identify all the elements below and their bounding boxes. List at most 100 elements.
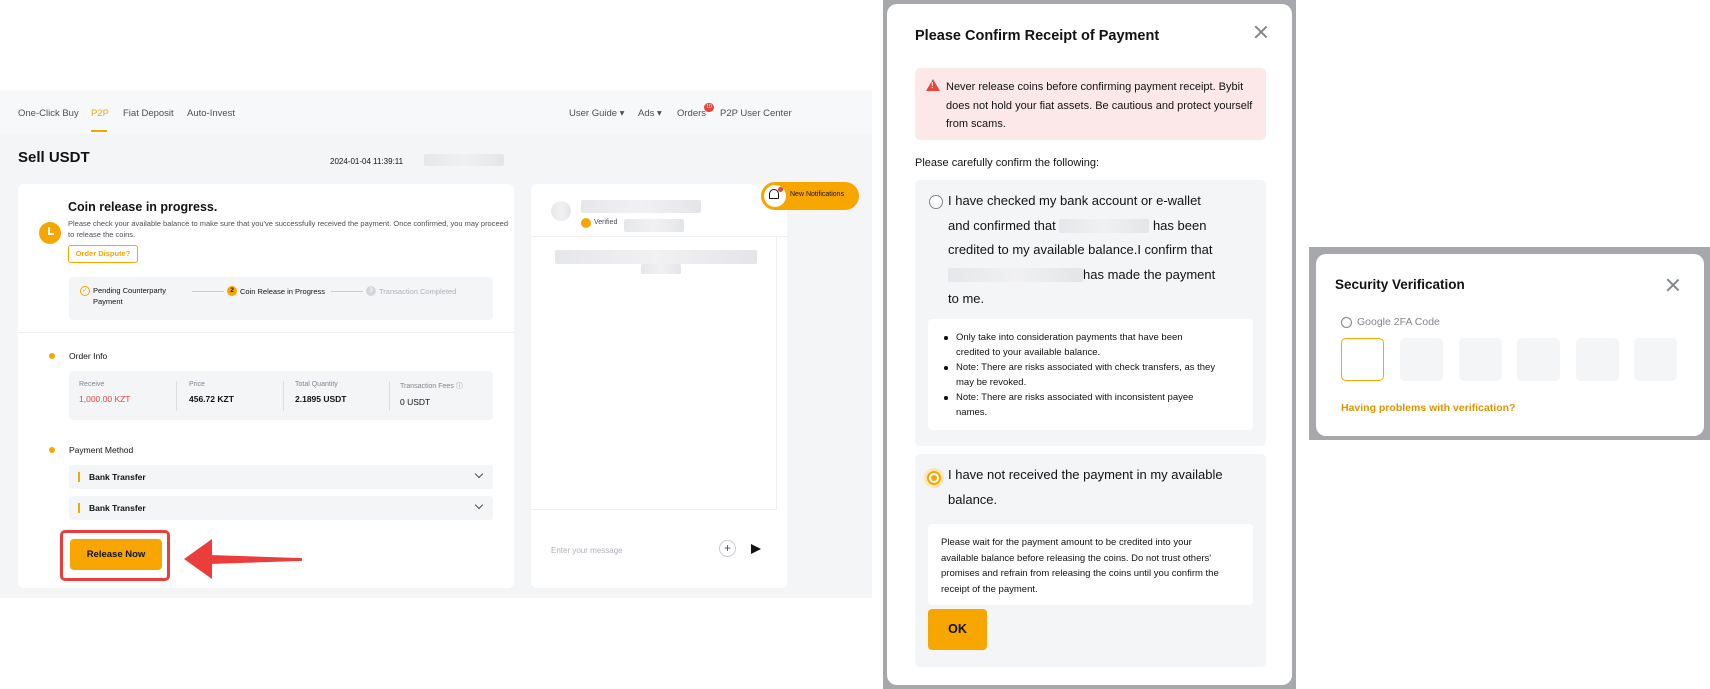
option-line: I have checked my bank account or e-wall… [948,193,1201,208]
quantity-field: Total Quantity 2.1895 USDT [295,381,347,404]
release-now-button[interactable]: Release Now [70,539,162,570]
redacted-user-info [624,219,684,232]
notes-list: Only take into consideration payments th… [942,330,1217,420]
step-number-3: 3 [366,286,376,296]
nav-active-indicator [91,130,107,132]
quantity-label: Total Quantity [295,381,338,388]
redacted-username [581,200,701,213]
list-item: Note: There are risks associated with in… [942,390,1217,420]
radio-not-received[interactable] [927,471,941,485]
top-navbar: One-Click Buy P2P Fiat Deposit Auto-Inve… [0,90,872,134]
option-line: balance. [948,491,998,507]
status-description: Please check your available balance to m… [68,219,508,239]
verified-label: Verified [594,219,618,226]
modal-title: Please Confirm Receipt of Payment [915,28,1160,44]
close-icon[interactable] [1254,25,1268,39]
order-dispute-button[interactable]: Order Dispute? [68,245,138,263]
step-connector [331,291,363,292]
nav-p2p-user-center[interactable]: P2P User Center [720,108,792,119]
code-digit-input[interactable] [1517,338,1560,381]
order-info-panel: Receive 1,000.00 KZT Price 456.72 KZT To… [69,371,493,420]
code-digit-input[interactable] [1400,338,1443,381]
step-number-2: 2 [227,286,237,296]
confirm-receipt-modal: Please Confirm Receipt of Payment Never … [887,4,1292,685]
redacted-name [948,268,1083,283]
nav-auto-invest[interactable]: Auto-Invest [187,108,235,119]
info-separator [389,381,390,411]
chevron-down-icon[interactable] [474,500,484,510]
avatar [551,201,571,221]
payment-method-bullet [49,447,55,453]
step-label-transaction-completed: Transaction Completed [379,287,457,296]
step-label-coin-release: Coin Release in Progress [240,287,326,296]
option-line: to me. [948,291,985,306]
security-verification-modal: Security Verification Google 2FA Code Ha… [1316,254,1704,436]
payment-method-row[interactable]: Bank Transfer [69,465,493,489]
redacted-message [641,264,681,274]
scam-warning-box: Never release coins before confirming pa… [915,68,1266,140]
redacted-name [1059,219,1150,234]
option-line: credited to my available balance.I confi… [948,242,1213,257]
send-icon[interactable] [751,544,761,554]
code-digit-input[interactable] [1634,338,1677,381]
notifications-label: New Notifications [790,191,845,198]
chevron-down-icon[interactable] [474,469,484,479]
clock-icon [39,222,61,244]
warning-icon [926,79,940,91]
payment-method-label: Bank Transfer [89,472,146,482]
option-received-notes: Only take into consideration payments th… [928,319,1253,430]
code-digit-input[interactable] [1459,338,1502,381]
option-line: and confirmed that has been [948,214,1258,239]
nav-ads[interactable]: Ads ▾ [638,108,662,119]
order-info-bullet [49,353,55,359]
notification-dot [778,187,783,192]
order-progress-steps: ✓ Pending Counterparty Payment 2 Coin Re… [69,277,493,320]
new-notifications-button[interactable]: New Notifications [761,182,859,210]
close-icon[interactable] [1666,278,1680,292]
order-timestamp: 2024-01-04 11:39:11 [330,157,404,166]
payment-method-title: Payment Method [69,445,134,455]
option-received-payment[interactable]: I have checked my bank account or e-wall… [915,180,1266,446]
step-connector [192,291,224,292]
nav-fiat-deposit[interactable]: Fiat Deposit [123,108,174,119]
modal-title: Security Verification [1335,277,1465,292]
redacted-message [555,250,757,264]
option-text-part: has made the payment [1083,266,1216,282]
receive-field: Receive 1,000.00 KZT [79,381,131,404]
price-field: Price 456.72 KZT [189,381,234,404]
fees-value: 0 USDT [400,397,431,407]
verification-help-link[interactable]: Having problems with verification? [1341,402,1515,414]
receive-label: Receive [79,381,105,388]
chat-message-input[interactable]: Enter your message [551,546,623,555]
p2p-order-page: One-Click Buy P2P Fiat Deposit Auto-Inve… [0,90,872,598]
step-label-pending-payment: Pending Counterparty Payment [93,286,166,306]
status-title: Coin release in progress. [68,200,218,214]
code-digit-input[interactable] [1341,338,1384,381]
ok-button[interactable]: OK [928,609,987,650]
info-separator [283,381,284,411]
radio-received[interactable] [929,195,943,209]
payment-method-row[interactable]: Bank Transfer [69,496,493,520]
payment-accent-bar [78,472,80,482]
payment-accent-bar [78,503,80,513]
nav-p2p[interactable]: P2P [91,108,109,119]
nav-one-click-buy[interactable]: One-Click Buy [18,108,79,119]
price-label: Price [189,381,205,388]
price-value: 456.72 KZT [189,394,234,404]
not-received-note-text: Please wait for the payment amount to be… [941,537,1219,595]
chat-panel: Verified Enter your message + [531,184,787,588]
quantity-value: 2.1895 USDT [295,394,347,404]
nav-user-guide[interactable]: User Guide ▾ [569,108,624,119]
fees-field: Transaction Fees ⓘ 0 USDT [400,381,463,407]
google-2fa-label: Google 2FA Code [1357,316,1440,328]
option-text-part: has been [1152,217,1207,233]
annotation-arrow-head [184,539,212,579]
code-digit-input[interactable] [1576,338,1619,381]
nav-orders[interactable]: Orders [677,108,706,119]
verified-badge-icon [581,218,591,228]
option-line: has made the payment [948,263,1258,288]
confirm-intro-text: Please carefully confirm the following: [915,157,1100,169]
info-separator [176,381,177,411]
add-attachment-icon[interactable]: + [719,540,736,557]
redacted-order-id [424,154,504,166]
